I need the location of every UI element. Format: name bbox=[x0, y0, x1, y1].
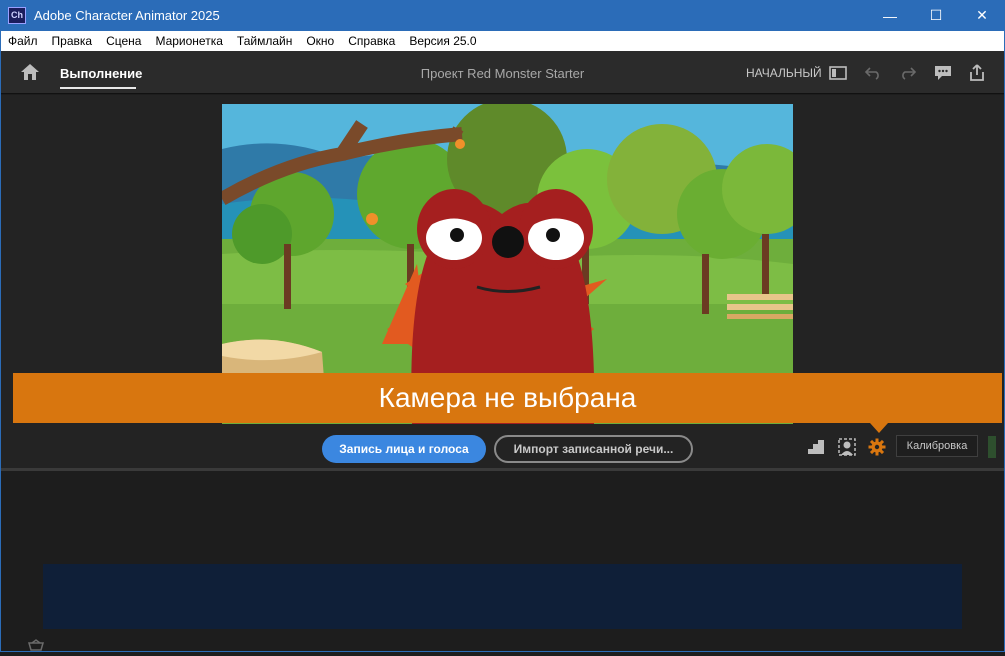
audio-level-meter bbox=[988, 436, 996, 458]
comment-icon[interactable] bbox=[933, 64, 953, 82]
camera-warning-banner: Камера не выбрана bbox=[13, 373, 1002, 423]
menu-help[interactable]: Справка bbox=[341, 34, 402, 48]
workspace-header: Выполнение Проект Red Monster Starter НА… bbox=[0, 51, 1005, 94]
calibrate-button[interactable]: Калибровка bbox=[896, 435, 978, 457]
menu-edit[interactable]: Правка bbox=[45, 34, 100, 48]
face-tracking-icon[interactable] bbox=[837, 437, 857, 457]
workspace-switcher[interactable]: НАЧАЛЬНЫЙ bbox=[746, 66, 822, 80]
menu-version[interactable]: Версия 25.0 bbox=[402, 34, 483, 48]
menu-file[interactable]: Файл bbox=[0, 34, 45, 48]
undo-icon[interactable] bbox=[863, 64, 883, 82]
menu-puppet[interactable]: Марионетка bbox=[148, 34, 229, 48]
timeline-track-area[interactable] bbox=[43, 564, 962, 629]
panel-toggle-icon[interactable] bbox=[828, 64, 848, 82]
project-title: Проект Red Monster Starter bbox=[420, 66, 585, 81]
redo-icon[interactable] bbox=[898, 64, 918, 82]
record-face-voice-button[interactable]: Запись лица и голоса bbox=[322, 435, 486, 463]
capture-controls: Запись лица и голоса Импорт записанной р… bbox=[0, 423, 1005, 468]
home-icon[interactable] bbox=[19, 62, 41, 82]
share-icon[interactable] bbox=[967, 64, 987, 82]
title-bar: Ch Adobe Character Animator 2025 — ☐ ✕ bbox=[0, 0, 1005, 31]
menu-scene[interactable]: Сцена bbox=[99, 34, 148, 48]
window-controls: — ☐ ✕ bbox=[867, 0, 1005, 31]
steps-icon[interactable] bbox=[806, 437, 826, 457]
import-recorded-speech-button[interactable]: Импорт записанной речи... bbox=[494, 435, 693, 463]
timeline-panel bbox=[0, 471, 1005, 652]
menu-bar: Файл Правка Сцена Марионетка Таймлайн Ок… bbox=[0, 31, 1005, 51]
close-button[interactable]: ✕ bbox=[959, 0, 1005, 31]
minimize-button[interactable]: — bbox=[867, 0, 913, 31]
app-logo: Ch bbox=[8, 7, 26, 24]
basket-icon[interactable] bbox=[28, 638, 44, 651]
gear-icon[interactable] bbox=[867, 437, 887, 457]
tab-active-indicator bbox=[60, 87, 136, 89]
window-title: Adobe Character Animator 2025 bbox=[34, 8, 220, 23]
menu-timeline[interactable]: Таймлайн bbox=[230, 34, 299, 48]
tab-perform[interactable]: Выполнение bbox=[60, 66, 142, 81]
maximize-button[interactable]: ☐ bbox=[913, 0, 959, 31]
menu-window[interactable]: Окно bbox=[299, 34, 341, 48]
scene-panel: Камера не выбрана bbox=[0, 95, 1005, 468]
